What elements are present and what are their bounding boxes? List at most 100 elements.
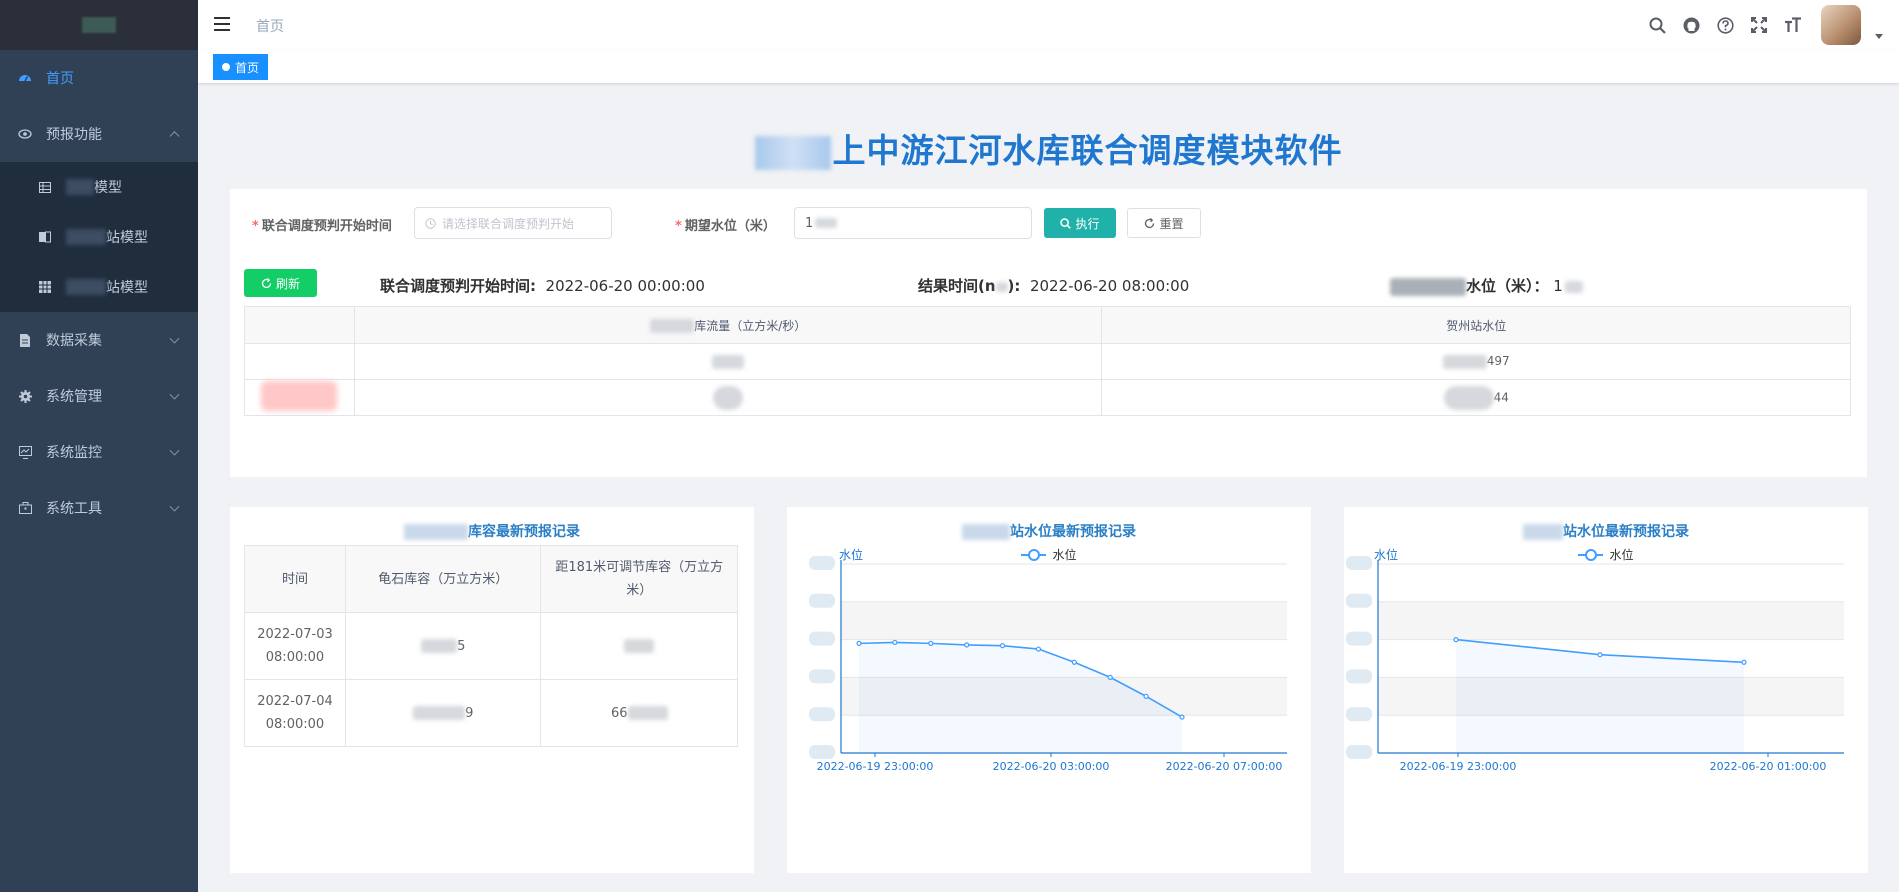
x-tick-label: 2022-06-20 07:00:00 [1166, 760, 1283, 773]
sidebar-item-label: 系统管理 [46, 389, 102, 405]
redacted-text [754, 135, 831, 170]
logo[interactable] [0, 0, 198, 50]
table-cell [353, 343, 1103, 380]
sidebar-item-home[interactable]: 首页 [0, 50, 198, 106]
sidebar: 首页 预报功能 模型 站模型 站模型 数据采集 系统管理 系统监控 系统工具 [0, 0, 198, 892]
redacted-text [66, 229, 106, 245]
caret-down-icon[interactable] [1875, 33, 1883, 39]
table-header-cell: 库流量（立方米/秒） [353, 306, 1103, 344]
line-chart: 2022-06-19 23:00:00 2022-06-20 01:00:00 [1346, 556, 1844, 773]
table-row: 2022-07-04 08:00:00 9 66 [244, 679, 738, 747]
sidebar-item-label: 站模型 [106, 230, 148, 246]
table-cell: 5 [344, 612, 542, 680]
sidebar-item-system-monitor[interactable]: 系统监控 [0, 424, 198, 480]
level-input[interactable]: 1 [794, 207, 1032, 239]
hamburger-icon[interactable] [214, 17, 230, 31]
sidebar-item-data-collection[interactable]: 数据采集 [0, 312, 198, 368]
sidebar-item-label: 站模型 [106, 280, 148, 296]
search-icon[interactable] [1647, 15, 1667, 35]
chevron-down-icon [169, 333, 180, 344]
avatar[interactable] [1821, 5, 1861, 45]
redacted-tick-label [809, 745, 835, 759]
redacted-text [624, 639, 655, 653]
table-cell: 66 [540, 679, 738, 747]
tag-home[interactable]: 首页 [213, 54, 269, 80]
redacted-text [995, 281, 1008, 292]
search-icon [1060, 217, 1072, 229]
sidebar-item-label: 系统监控 [46, 445, 102, 461]
redacted-tick-label [1346, 593, 1372, 608]
grid-band [841, 601, 1287, 640]
table-header-cell [244, 306, 355, 344]
data-point [1741, 659, 1747, 665]
reset-button[interactable]: 重置 [1127, 208, 1201, 238]
sidebar-item-forecast[interactable]: 预报功能 [0, 106, 198, 162]
redacted-tick-label [809, 669, 835, 684]
data-point [999, 643, 1006, 649]
redacted-text [815, 218, 838, 228]
chevron-up-icon [169, 131, 180, 142]
github-icon[interactable] [1681, 15, 1701, 35]
tag-label: 首页 [235, 60, 260, 75]
sidebar-item-model-3[interactable]: 站模型 [0, 262, 198, 312]
sidebar-item-label: 数据采集 [46, 333, 102, 349]
refresh-button[interactable]: 刷新 [244, 269, 317, 297]
redacted-text [66, 279, 106, 295]
capacity-table: 时间 龟石库容（万立方米） 距181米可调节库容（万立方米） 2022-07-0… [244, 545, 738, 747]
table-header-cell: 贺州站水位 [1101, 306, 1851, 344]
level-label: * 期望水位（米） [675, 219, 776, 234]
redacted-text [413, 706, 466, 720]
series-area [859, 642, 1182, 753]
data-point [892, 639, 898, 646]
clock-icon [425, 217, 436, 229]
redacted-text [66, 179, 94, 195]
font-size-icon[interactable] [1783, 15, 1803, 35]
eye-icon [18, 127, 32, 141]
table-icon [38, 180, 52, 194]
sidebar-item-label: 模型 [94, 180, 122, 196]
redacted-text [627, 706, 668, 720]
x-tick-label: 2022-06-19 23:00:00 [817, 760, 934, 773]
chevron-down-icon [169, 389, 180, 400]
data-point [1453, 637, 1459, 643]
table-cell [540, 612, 738, 680]
data-point [1071, 659, 1077, 665]
redacted-tick-label [1346, 556, 1372, 570]
document-icon [18, 333, 32, 347]
refresh-icon [261, 277, 272, 288]
sidebar-item-model-1[interactable]: 模型 [0, 162, 198, 212]
question-icon[interactable] [1715, 15, 1735, 35]
redacted-text [1390, 277, 1466, 296]
gear-icon [18, 389, 32, 403]
redacted-text [1443, 385, 1494, 410]
book-icon [38, 230, 52, 244]
level-info: 水位（米）： 1 [1390, 275, 1583, 296]
fullscreen-icon[interactable] [1749, 15, 1769, 35]
toolbox-icon [18, 501, 32, 515]
sidebar-item-system-tools[interactable]: 系统工具 [0, 480, 198, 536]
data-point [1179, 714, 1185, 720]
table-cell: 497 [1101, 343, 1851, 380]
sidebar-item-system-management[interactable]: 系统管理 [0, 368, 198, 424]
table-cell [244, 343, 355, 380]
dashboard-icon [18, 71, 32, 85]
table-cell: 9 [344, 679, 542, 747]
table-row: 497 [244, 343, 1851, 380]
capacity-card: 库容最新预报记录 时间 龟石库容（万立方米） 距181米可调节库容（万立方米） … [230, 507, 754, 873]
dot-icon [222, 63, 230, 71]
start-time-info: 联合调度预判开始时间: 2022-06-20 00:00:00 [380, 277, 705, 295]
end-time-info: 结果时间(n): 2022-06-20 08:00:00 [918, 277, 1190, 295]
water-level-chart-card-2: 站水位最新预报记录 水位 水位 2022-06-19 23:00:00 2022-… [1344, 507, 1868, 873]
start-time-picker[interactable]: 请选择联合调度预判开始 [414, 207, 612, 239]
execute-button[interactable]: 执行 [1044, 208, 1116, 238]
page-title-text: 上中游江河水库联合调度模块软件 [832, 131, 1343, 170]
data-point [1035, 646, 1042, 652]
redacted-text [1564, 280, 1583, 293]
sidebar-item-model-2[interactable]: 站模型 [0, 212, 198, 262]
logo-image [82, 17, 116, 33]
data-point [1143, 693, 1149, 699]
table-header-cell: 龟石库容（万立方米） [344, 545, 542, 613]
tags-view: 首页 [198, 50, 1899, 84]
sidebar-item-label: 预报功能 [46, 127, 102, 143]
data-point [928, 640, 934, 646]
